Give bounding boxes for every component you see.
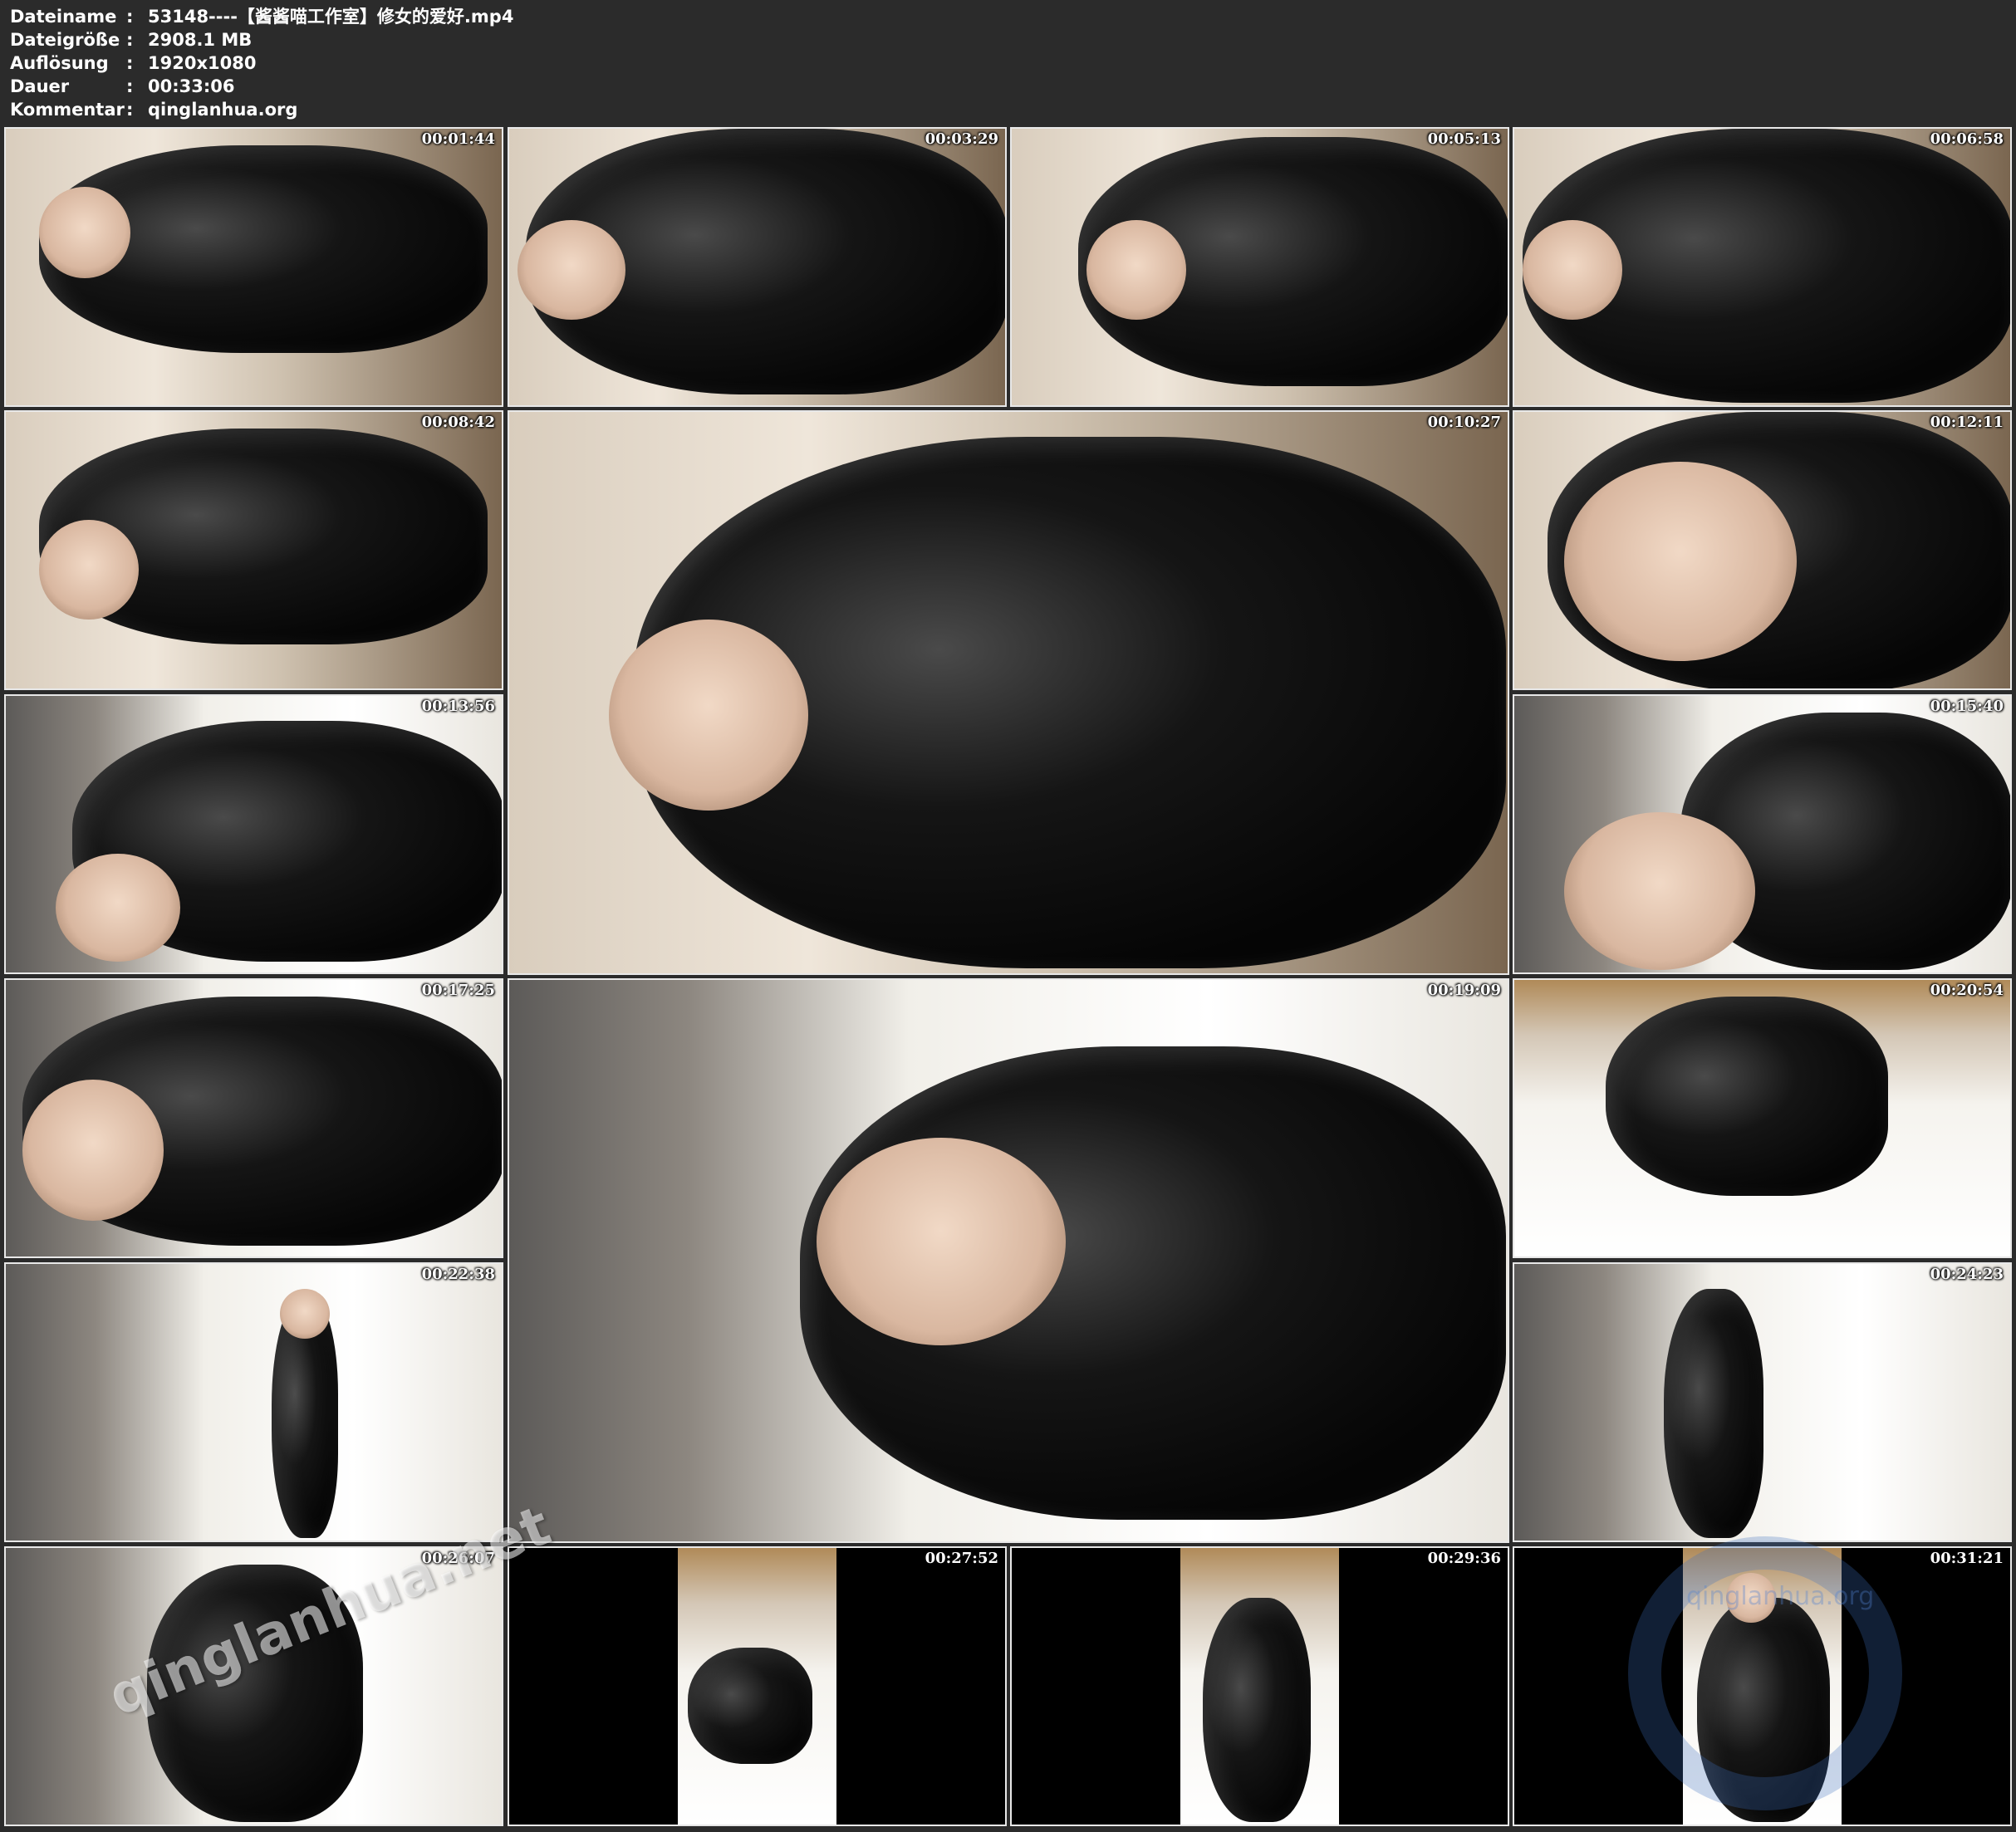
info-label: Dauer [10,76,70,96]
info-row-filename: Dateiname : 53148----【酱酱喵工作室】修女的爱好.mp4 [10,5,513,28]
timestamp-label: 00:05:13 [1427,130,1501,148]
thumbnail-frame: 00:01:44 [4,127,503,407]
timestamp-label: 00:17:25 [421,982,495,999]
timestamp-label: 00:24:23 [1930,1266,2004,1283]
watermark-logo-icon [1628,1536,1902,1810]
scene-image [6,1264,502,1541]
thumbnail-frame: 00:10:27 [508,410,1509,975]
letterbox-left [1012,1548,1180,1825]
timestamp-label: 00:22:38 [421,1266,495,1283]
face-shape [39,187,130,278]
timestamp-label: 00:27:52 [925,1550,998,1567]
letterbox-right [1339,1548,1508,1825]
info-separator: : [126,7,134,27]
info-value: qinglanhua.org [148,100,298,120]
face-shape [1523,220,1622,320]
info-row-resolution: Auflösung : 1920x1080 [10,51,513,75]
info-label: Auflösung [10,53,109,73]
watermark-logo-text: qinglanhua.org [1686,1582,1875,1611]
info-label: Kommentar [10,100,125,120]
info-label: Dateigröße [10,30,120,50]
letterbox-left [509,1548,678,1825]
timestamp-label: 00:12:11 [1930,414,2004,431]
thumbnail-frame: 00:19:09 [508,978,1509,1543]
info-separator: : [126,76,134,96]
info-value: 53148----【酱酱喵工作室】修女的爱好.mp4 [148,7,514,27]
face-shape [280,1289,330,1339]
figure-shape [1606,997,1888,1196]
thumbnail-frame: 00:27:52 [508,1546,1007,1826]
timestamp-label: 00:15:40 [1930,698,2004,715]
face-shape [609,620,808,811]
thumbnail-frame: 00:22:38 [4,1262,503,1542]
thumbnail-frame: 00:17:25 [4,978,503,1258]
thumbnail-frame: 00:03:29 [508,127,1007,407]
timestamp-label: 00:01:44 [421,130,495,148]
timestamp-label: 00:03:29 [925,130,998,148]
thumbnail-frame: 00:06:58 [1513,127,2012,407]
info-row-duration: Dauer : 00:33:06 [10,75,513,98]
face-shape [1564,462,1797,661]
info-label: Dateiname [10,7,117,27]
timestamp-label: 00:10:27 [1427,414,1501,431]
face-shape [39,520,139,620]
file-info: Dateiname : 53148----【酱酱喵工作室】修女的爱好.mp4 D… [10,5,513,121]
info-row-comment: Kommentar : qinglanhua.org [10,98,513,121]
timestamp-label: 00:08:42 [421,414,495,431]
thumbnail-frame: 00:12:11 [1513,410,2012,690]
thumbnail-frame: 00:29:36 [1010,1546,1509,1826]
info-separator: : [126,53,134,73]
info-value: 1920x1080 [148,53,257,73]
info-row-filesize: Dateigröße : 2908.1 MB [10,28,513,51]
thumbnail-frame: 00:13:56 [4,694,503,974]
figure-shape [1203,1598,1311,1822]
face-shape [1086,220,1186,320]
face-shape [1564,812,1755,970]
info-separator: : [126,100,134,120]
info-separator: : [126,30,134,50]
timestamp-label: 00:13:56 [421,698,495,715]
figure-shape [1664,1289,1763,1538]
thumbnail-frame: 00:08:42 [4,410,503,690]
timestamp-label: 00:31:21 [1930,1550,2004,1567]
info-value: 2908.1 MB [148,30,253,50]
timestamp-label: 00:29:36 [1427,1550,1501,1567]
thumbnail-frame: 00:15:40 [1513,694,2012,974]
thumbnail-frame: 00:24:23 [1513,1262,2012,1542]
info-value: 00:33:06 [148,76,235,96]
letterbox-right [836,1548,1005,1825]
face-shape [817,1138,1066,1345]
face-shape [56,854,180,962]
figure-shape [688,1648,812,1764]
face-shape [517,220,625,320]
face-shape [22,1080,164,1221]
thumbnail-frame: 00:20:54 [1513,978,2012,1258]
timestamp-label: 00:20:54 [1930,982,2004,999]
timestamp-label: 00:06:58 [1930,130,2004,148]
thumbnail-frame: 00:05:13 [1010,127,1509,407]
timestamp-label: 00:19:09 [1427,982,1501,999]
